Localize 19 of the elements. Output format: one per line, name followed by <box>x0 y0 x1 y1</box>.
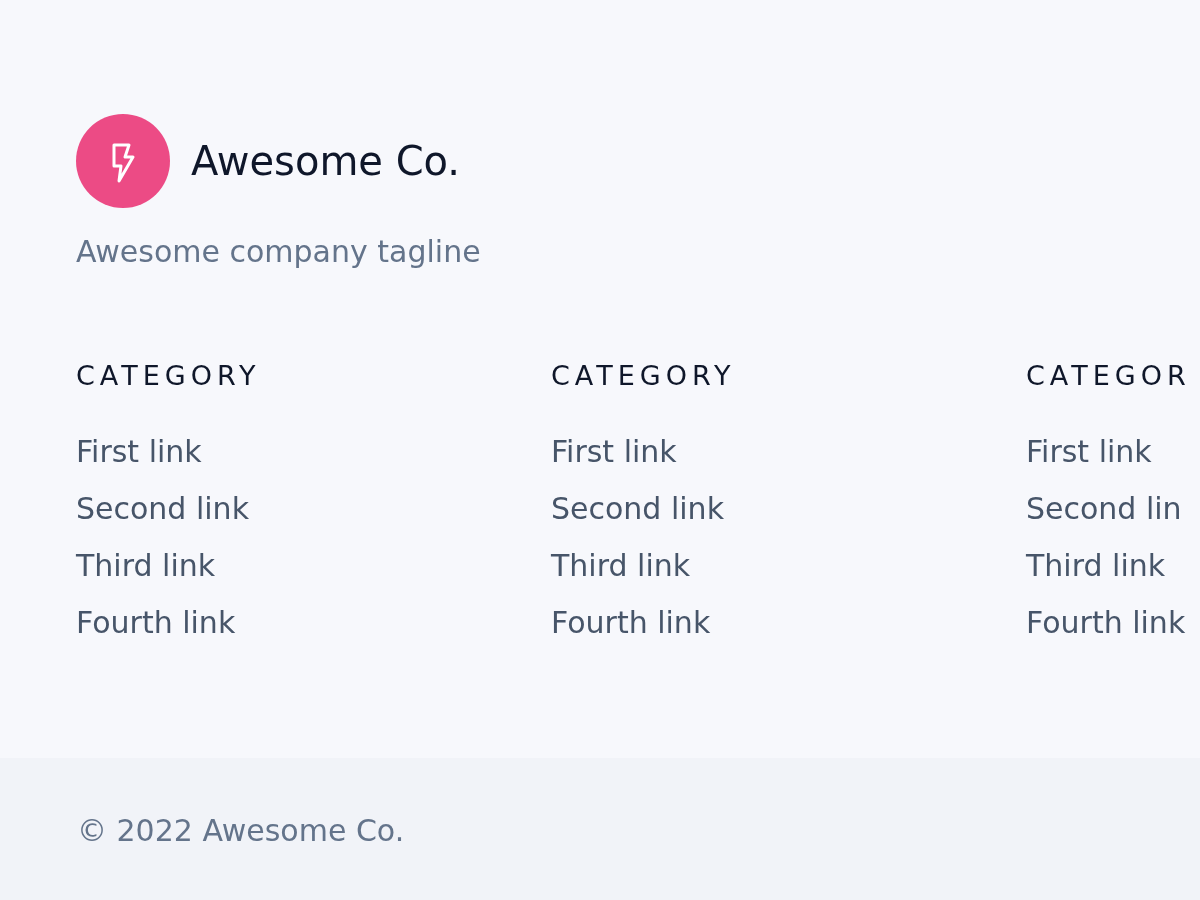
bolt-logo-icon <box>76 114 170 208</box>
footer-link[interactable]: Fourth link <box>1026 605 1186 640</box>
footer-link[interactable]: Second lin <box>1026 491 1182 526</box>
footer-link[interactable]: Second link <box>551 491 724 526</box>
copyright-text: © 2022 Awesome Co. <box>77 813 405 849</box>
category-heading: CATEGORY <box>76 359 261 393</box>
footer-link[interactable]: Fourth link <box>551 605 711 640</box>
footer-link[interactable]: Fourth link <box>76 605 236 640</box>
footer-link[interactable]: First link <box>1026 434 1152 469</box>
footer-link[interactable]: Third link <box>1026 548 1166 583</box>
category-heading: CATEGOR <box>1026 359 1191 393</box>
footer-link[interactable]: First link <box>76 434 202 469</box>
category-heading: CATEGORY <box>551 359 736 393</box>
company-name: Awesome Co. <box>191 137 461 185</box>
footer-link[interactable]: Third link <box>551 548 691 583</box>
footer-link[interactable]: Second link <box>76 491 249 526</box>
footer-link[interactable]: First link <box>551 434 677 469</box>
footer-link[interactable]: Third link <box>76 548 216 583</box>
company-tagline: Awesome company tagline <box>76 234 481 270</box>
